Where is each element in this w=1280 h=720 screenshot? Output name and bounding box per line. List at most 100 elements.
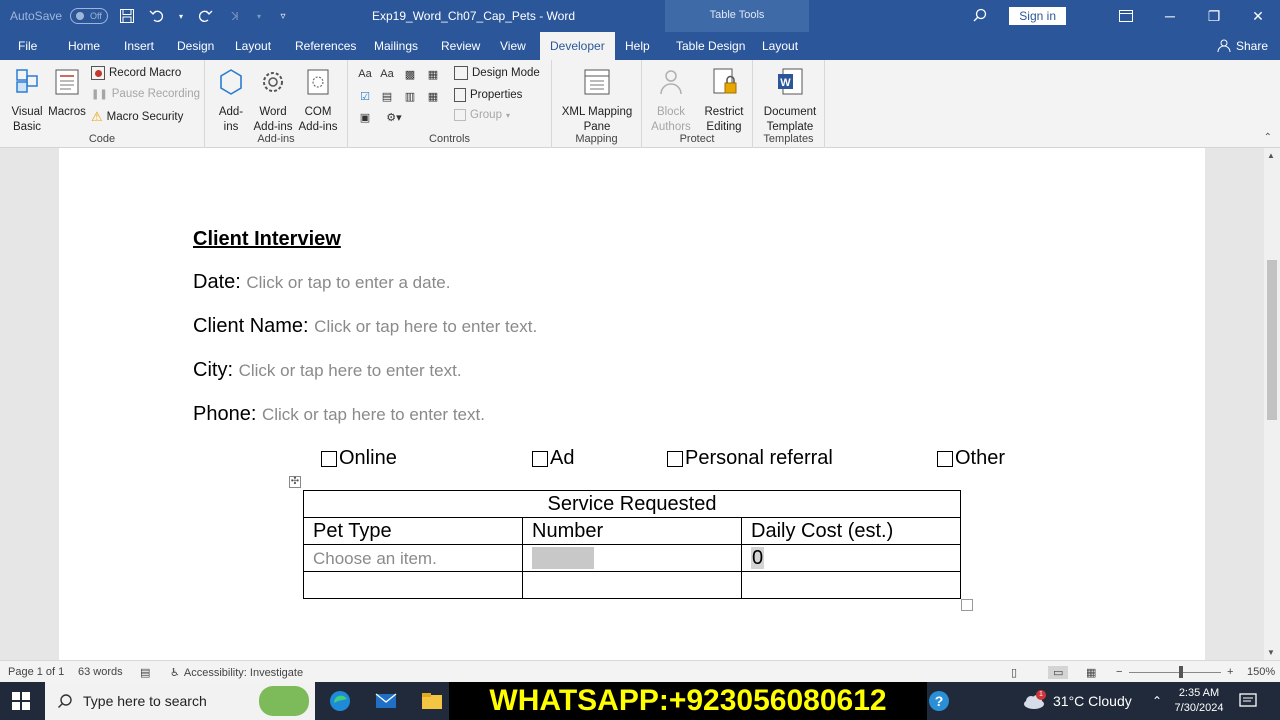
checkbox-personal-referral[interactable]: Personal referral xyxy=(667,447,833,470)
document-template-button[interactable]: W Document Template xyxy=(759,66,821,135)
zoom-in-icon[interactable]: + xyxy=(1227,666,1233,678)
tab-table-design[interactable]: Table Design xyxy=(676,32,745,60)
tab-design[interactable]: Design xyxy=(177,32,214,60)
document-page[interactable]: Client Interview Date: Click or tap to e… xyxy=(59,148,1205,660)
customize-qat-icon[interactable]: ▿ xyxy=(272,5,294,27)
checkbox-box[interactable] xyxy=(321,450,337,467)
checkbox-control-icon[interactable]: ☑ xyxy=(357,88,373,104)
rich-text-control-icon[interactable]: Aa xyxy=(357,66,373,82)
combo-box-control-icon[interactable]: ▤ xyxy=(379,88,395,104)
taskbar-search[interactable]: Type here to search xyxy=(45,682,315,720)
design-mode-button[interactable]: Design Mode xyxy=(454,66,540,80)
share-button[interactable]: Share xyxy=(1217,32,1268,60)
help-app-icon[interactable]: ? xyxy=(927,689,951,713)
date-picker-control-icon[interactable]: ▦ xyxy=(425,88,441,104)
show-hidden-icons-icon[interactable]: ⌃ xyxy=(1152,682,1162,720)
page-count[interactable]: Page 1 of 1 xyxy=(8,666,64,678)
dropdown-list-control-icon[interactable]: ▥ xyxy=(402,88,418,104)
macro-security-button[interactable]: ⚠ Macro Security xyxy=(91,109,183,125)
tab-table-layout[interactable]: Layout xyxy=(762,32,798,60)
accessibility-status[interactable]: ♿ Accessibility: Investigate xyxy=(170,666,303,680)
add-ins-button[interactable]: Add-ins xyxy=(213,66,249,135)
weather-widget[interactable]: 1 31°C Cloudy xyxy=(1022,682,1132,720)
record-macro-button[interactable]: Record Macro xyxy=(91,66,181,80)
print-layout-icon[interactable]: ▭ xyxy=(1048,666,1069,679)
checkbox-other[interactable]: Other xyxy=(937,447,1005,470)
group-button[interactable]: Group ▾ xyxy=(454,109,510,121)
number-cell[interactable] xyxy=(522,544,742,572)
daily-cost-formula-field[interactable]: 0 xyxy=(751,546,765,569)
notifications-icon[interactable] xyxy=(1238,691,1258,711)
tab-view[interactable]: View xyxy=(500,32,526,60)
picture-control-icon[interactable]: ▩ xyxy=(402,66,418,82)
taskbar-clock[interactable]: 2:35 AM 7/30/2024 xyxy=(1170,686,1228,716)
zoom-level[interactable]: 150% xyxy=(1247,666,1275,678)
autosave-toggle[interactable]: Off xyxy=(70,8,109,24)
undo-icon[interactable] xyxy=(146,5,168,27)
scrollbar-thumb[interactable] xyxy=(1267,260,1277,420)
mail-icon[interactable] xyxy=(374,689,398,713)
client-name-input[interactable]: Click or tap here to enter text. xyxy=(314,317,537,336)
repeating-section-control-icon[interactable]: ▣ xyxy=(357,109,373,125)
zoom-out-icon[interactable]: − xyxy=(1116,666,1122,678)
checkbox-box[interactable] xyxy=(667,450,683,467)
tab-references[interactable]: References xyxy=(295,32,356,60)
checkbox-online[interactable]: Online xyxy=(321,447,397,470)
word-count[interactable]: 63 words xyxy=(78,666,123,678)
pet-type-cell[interactable]: Choose an item. xyxy=(303,544,523,572)
building-block-control-icon[interactable]: ▦ xyxy=(425,66,441,82)
tab-file[interactable]: File xyxy=(18,32,37,60)
table-resize-handle[interactable] xyxy=(961,599,973,611)
legacy-tools-icon[interactable]: ⚙▾ xyxy=(381,109,407,125)
zoom-slider-thumb[interactable] xyxy=(1179,666,1183,678)
restore-icon[interactable]: ❐ xyxy=(1192,0,1236,32)
ribbon-display-options-icon[interactable] xyxy=(1104,0,1148,32)
redo-icon[interactable] xyxy=(194,5,216,27)
city-input[interactable]: Click or tap here to enter text. xyxy=(239,361,462,380)
table-cell[interactable] xyxy=(522,571,742,599)
tab-developer[interactable]: Developer xyxy=(540,32,615,60)
number-form-field[interactable] xyxy=(532,547,594,570)
edge-icon[interactable] xyxy=(328,689,352,713)
scroll-down-icon[interactable]: ▼ xyxy=(1267,648,1275,657)
checkbox-box[interactable] xyxy=(532,450,548,467)
tab-home[interactable]: Home xyxy=(68,32,100,60)
pet-type-dropdown[interactable]: Choose an item. xyxy=(313,549,437,568)
xml-mapping-pane-button[interactable]: XML Mapping Pane xyxy=(558,66,636,135)
format-painter-icon[interactable]: ꓘ xyxy=(224,5,246,27)
plain-text-control-icon[interactable]: Aa xyxy=(379,66,395,82)
undo-dropdown-icon[interactable]: ▾ xyxy=(176,5,186,27)
read-mode-icon[interactable]: ▯ xyxy=(1011,666,1017,679)
table-cell[interactable] xyxy=(741,571,961,599)
table-move-handle-icon[interactable]: ✣ xyxy=(289,476,301,488)
date-picker-placeholder[interactable]: Click or tap to enter a date. xyxy=(246,273,450,292)
vertical-scrollbar[interactable]: ▲ ▼ xyxy=(1264,148,1280,660)
tab-layout[interactable]: Layout xyxy=(235,32,271,60)
phone-input[interactable]: Click or tap here to enter text. xyxy=(262,405,485,424)
macros-button[interactable]: Macros xyxy=(48,66,86,120)
close-icon[interactable]: ✕ xyxy=(1236,0,1280,32)
tab-help[interactable]: Help xyxy=(625,32,650,60)
com-add-ins-button[interactable]: COM Add-ins xyxy=(296,66,340,135)
visual-basic-button[interactable]: Visual Basic xyxy=(6,66,48,135)
checkbox-ad[interactable]: Ad xyxy=(532,447,574,470)
block-authors-button[interactable]: Block Authors xyxy=(648,66,694,135)
tab-mailings[interactable]: Mailings xyxy=(374,32,418,60)
tab-insert[interactable]: Insert xyxy=(124,32,154,60)
sign-in-button[interactable]: Sign in xyxy=(1009,7,1066,25)
word-add-ins-button[interactable]: Word Add-ins xyxy=(252,66,294,135)
properties-button[interactable]: Properties xyxy=(454,88,522,102)
daily-cost-cell[interactable]: 0 xyxy=(741,544,961,572)
tab-review[interactable]: Review xyxy=(441,32,480,60)
minimize-icon[interactable]: ─ xyxy=(1148,0,1192,32)
zoom-slider[interactable] xyxy=(1129,672,1221,673)
pause-recording-button[interactable]: ❚❚ Pause Recording xyxy=(91,88,200,100)
scroll-up-icon[interactable]: ▲ xyxy=(1267,151,1275,160)
checkbox-box[interactable] xyxy=(937,450,953,467)
web-layout-icon[interactable]: ▦ xyxy=(1086,666,1096,679)
table-cell[interactable] xyxy=(303,571,523,599)
search-icon[interactable] xyxy=(973,8,987,25)
file-explorer-icon[interactable] xyxy=(420,689,444,713)
save-icon[interactable] xyxy=(116,5,138,27)
format-dropdown-icon[interactable]: ▾ xyxy=(254,5,264,27)
